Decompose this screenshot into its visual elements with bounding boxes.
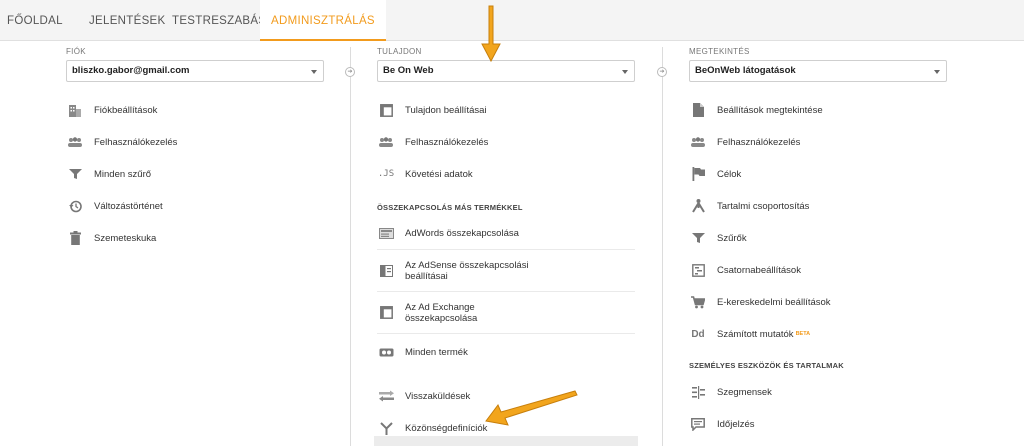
view-column: MEGTEKINTÉS BeOnWeb látogatások Beállítá…	[689, 47, 947, 440]
menu-item-adwords-linking[interactable]: AdWords összekapcsolása	[377, 218, 635, 250]
connector-arrow-icon: ➔	[345, 67, 355, 77]
tab-customization[interactable]: TESTRESZABÁS	[172, 0, 266, 40]
menu-item-channel-settings[interactable]: Csatornabeállítások	[689, 254, 947, 286]
menu-item-label: Tartalmi csoportosítás	[717, 200, 810, 212]
menu-item-tracking-info[interactable]: .JS Követési adatok	[377, 158, 635, 190]
menu-item-label: Fiókbeállítások	[94, 104, 158, 116]
menu-item-label: Beállítások megtekintése	[717, 104, 823, 116]
document-icon	[690, 103, 706, 117]
menu-item-label: Az AdSense összekapcsolási beállításai	[405, 259, 529, 282]
menu-item-adsense-linking[interactable]: Az AdSense összekapcsolási beállításai	[377, 250, 635, 292]
column-divider	[350, 47, 351, 446]
menu-item-segments[interactable]: Szegmensek	[689, 376, 947, 408]
menu-item-view-users[interactable]: Felhasználókezelés	[689, 126, 947, 158]
users-icon	[67, 135, 83, 149]
connector-arrow-icon: ➔	[657, 67, 667, 77]
users-icon	[690, 135, 706, 149]
menu-item-account-settings[interactable]: Fiókbeállítások	[66, 94, 324, 126]
menu-item-ecommerce-settings[interactable]: E-kereskedelmi beállítások	[689, 286, 947, 318]
menu-item-label: Változástörténet	[94, 200, 163, 212]
beta-badge: BETA	[795, 331, 811, 337]
property-select-value: Be On Web	[383, 65, 434, 76]
grouping-icon	[690, 199, 706, 213]
menu-item-label: Tulajdon beállításai	[405, 104, 487, 116]
caret-down-icon	[622, 70, 628, 74]
menu-item-goals[interactable]: Célok	[689, 158, 947, 190]
menu-item-label: Szemeteskuka	[94, 232, 157, 244]
account-label: FIÓK	[66, 47, 86, 56]
caret-down-icon	[934, 70, 940, 74]
channel-icon	[690, 263, 706, 277]
section-heading-product-linking: ÖSSZEKAPCSOLÁS MÁS TERMÉKKEL	[377, 202, 523, 212]
menu-item-label: Időjelzés	[717, 418, 755, 430]
menu-item-trash[interactable]: Szemeteskuka	[66, 222, 324, 254]
dd-icon: Dd	[691, 328, 705, 340]
history-icon	[67, 199, 83, 213]
menu-item-annotations[interactable]: Időjelzés	[689, 408, 947, 440]
menu-item-label: Számított mutatók	[717, 328, 794, 340]
menu-item-all-products[interactable]: Minden termék	[377, 334, 635, 370]
js-icon: .JS	[377, 169, 395, 179]
menu-item-label: Felhasználókezelés	[717, 136, 801, 148]
menu-item-label: Szegmensek	[717, 386, 772, 398]
menu-item-property-users[interactable]: Felhasználókezelés	[377, 126, 635, 158]
account-column: FIÓK bliszko.gabor@gmail.com Fiókbeállít…	[66, 47, 324, 254]
menu-item-label: AdWords összekapcsolása	[405, 228, 519, 239]
menu-item-filters[interactable]: Szűrők	[689, 222, 947, 254]
users-icon	[378, 135, 394, 149]
menu-item-label: Célok	[717, 168, 742, 180]
filter-icon	[67, 167, 83, 181]
segments-icon	[690, 385, 706, 399]
menu-item-label: Csatornabeállítások	[717, 264, 801, 276]
menu-item-label: Az Ad Exchange összekapcsolása	[405, 301, 478, 324]
account-select[interactable]: bliszko.gabor@gmail.com	[66, 60, 324, 82]
menu-item-label: Szűrők	[717, 232, 747, 244]
menu-item-label: Közönségdefiníciók	[405, 422, 488, 434]
menu-item-audience-definitions[interactable]: Közönségdefiníciók	[377, 412, 635, 444]
adexchange-icon	[378, 306, 394, 320]
tab-admin[interactable]: ADMINISZTRÁLÁS	[260, 0, 386, 41]
flag-icon	[690, 167, 706, 181]
view-label: MEGTEKINTÉS	[689, 47, 750, 56]
property-label: TULAJDON	[377, 47, 422, 56]
tab-home[interactable]: FŐOLDAL	[7, 0, 63, 40]
postback-icon	[378, 389, 394, 403]
menu-item-view-settings[interactable]: Beállítások megtekintése	[689, 94, 947, 126]
menu-item-postbacks[interactable]: Visszaküldések	[377, 380, 635, 412]
menu-item-label: Minden termék	[405, 346, 468, 358]
view-select[interactable]: BeOnWeb látogatások	[689, 60, 947, 82]
account-select-value: bliszko.gabor@gmail.com	[72, 65, 190, 76]
trash-icon	[67, 231, 83, 245]
menu-item-adexchange-linking[interactable]: Az Ad Exchange összekapcsolása	[377, 292, 635, 334]
menu-item-property-settings[interactable]: Tulajdon beállításai	[377, 94, 635, 126]
property-column: TULAJDON Be On Web Tulajdon beállításai …	[377, 47, 635, 444]
adsense-icon	[378, 264, 394, 278]
adwords-icon	[378, 227, 394, 241]
menu-item-label: Minden szűrő	[94, 168, 152, 180]
menu-item-label: Követési adatok	[405, 168, 473, 180]
filter-icon	[690, 231, 706, 245]
cart-icon	[690, 295, 706, 309]
menu-item-label: E-kereskedelmi beállítások	[717, 296, 831, 308]
menu-item-change-history[interactable]: Változástörténet	[66, 190, 324, 222]
menu-item-content-grouping[interactable]: Tartalmi csoportosítás	[689, 190, 947, 222]
menu-item-user-management[interactable]: Felhasználókezelés	[66, 126, 324, 158]
link-icon	[378, 345, 394, 359]
tab-reports[interactable]: JELENTÉSEK	[89, 0, 166, 40]
caret-down-icon	[311, 70, 317, 74]
property-select[interactable]: Be On Web	[377, 60, 635, 82]
menu-item-calculated-metrics[interactable]: Dd Számított mutatók BETA	[689, 318, 947, 350]
menu-item-label: Felhasználókezelés	[405, 136, 489, 148]
annotation-icon	[690, 417, 706, 431]
building-icon	[67, 103, 83, 117]
menu-item-label: Visszaküldések	[405, 390, 471, 402]
top-navigation: FŐOLDAL JELENTÉSEK TESTRESZABÁS ADMINISZ…	[0, 0, 1024, 41]
window-icon	[378, 103, 394, 117]
menu-item-label: Felhasználókezelés	[94, 136, 178, 148]
menu-item-all-filters[interactable]: Minden szűrő	[66, 158, 324, 190]
section-heading-personal-tools: SZEMÉLYES ESZKÖZÖK ÉS TARTALMAK	[689, 360, 844, 370]
view-select-value: BeOnWeb látogatások	[695, 65, 796, 76]
column-divider	[662, 47, 663, 446]
audience-icon	[378, 421, 394, 435]
